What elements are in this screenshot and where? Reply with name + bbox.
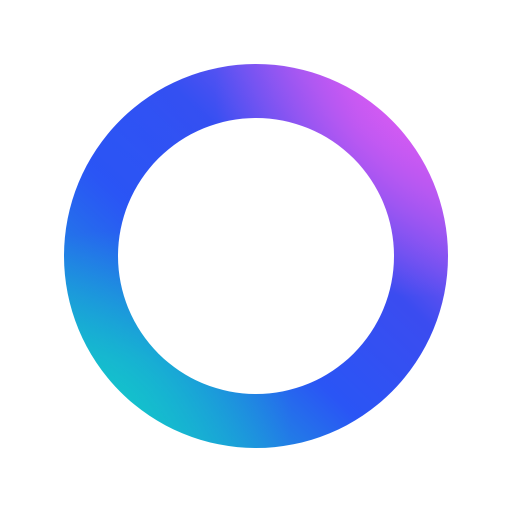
ring-logo-icon	[0, 0, 512, 512]
app-icon-canvas	[0, 0, 512, 512]
ring-shape	[0, 0, 512, 512]
